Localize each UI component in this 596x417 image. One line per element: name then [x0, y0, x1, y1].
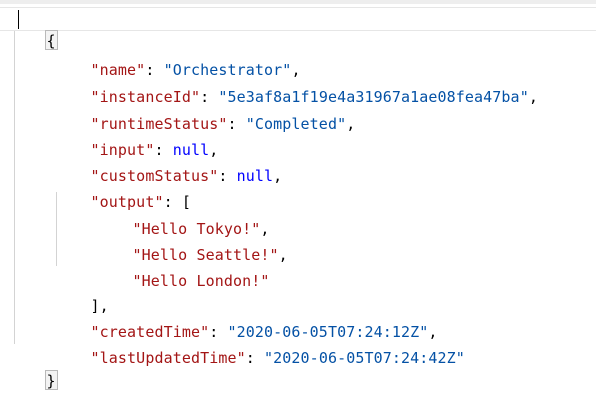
code-line-createdtime: "createdTime": "2020-06-05T07:24:12Z", [90, 323, 438, 341]
code-line-output: "output": [ [90, 193, 191, 211]
array-item: "Hello Tokyo!", [132, 220, 270, 238]
json-key: "lastUpdatedTime" [90, 349, 246, 367]
code-line-lastupdatedtime: "lastUpdatedTime": "2020-06-05T07:24:42Z… [90, 349, 465, 367]
json-array-value: "Hello London!" [132, 272, 270, 290]
editor-top-border [0, 0, 596, 4]
code-line-open-brace: { [0, 7, 596, 50]
close-brace: } [44, 370, 58, 390]
json-value: "2020-06-05T07:24:42Z" [264, 349, 465, 367]
code-line-input: "input": null, [90, 141, 219, 159]
code-line-customstatus: "customStatus": null, [90, 167, 283, 185]
indent-guide-root [14, 31, 15, 344]
code-line-close-brace: } [8, 345, 58, 390]
array-item: "Hello Seattle!", [132, 246, 288, 264]
array-item: "Hello London!" [96, 245, 270, 290]
json-editor[interactable]: { "name": "Orchestrator", "instanceId": … [0, 0, 596, 390]
code-line-name: "name": "Orchestrator", [90, 61, 301, 79]
json-value: null [236, 167, 274, 185]
indent-guide-output [56, 192, 57, 266]
text-cursor [18, 10, 19, 29]
code-line-close-bracket: ], [54, 270, 109, 315]
code-line-runtimestatus: "runtimeStatus": "Completed", [90, 115, 356, 133]
json-value: "Completed" [245, 115, 347, 133]
code-line-instanceid: "instanceId": "5e3af8a1f19e4a31967a1ae08… [90, 88, 538, 106]
